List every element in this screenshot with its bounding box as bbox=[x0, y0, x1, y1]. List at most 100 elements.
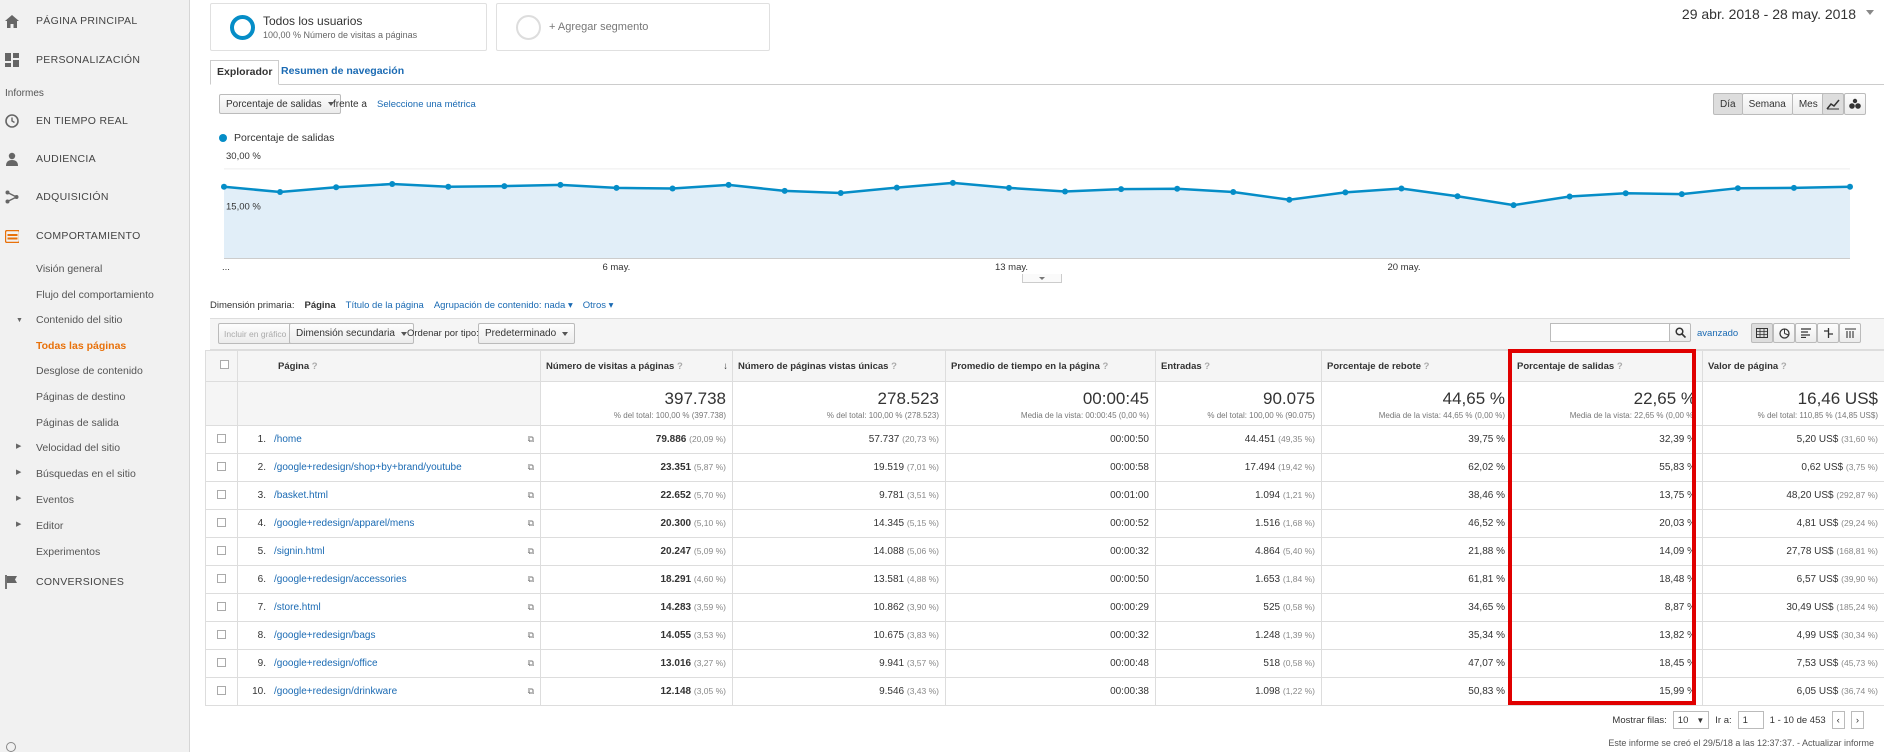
chart-point[interactable] bbox=[221, 183, 227, 190]
dimension-other[interactable]: Otros ▾ bbox=[583, 300, 614, 311]
expand-caret-icon[interactable]: ▶ bbox=[16, 468, 21, 476]
table-search-input[interactable] bbox=[1550, 323, 1670, 342]
line-chart-button[interactable] bbox=[1822, 93, 1844, 115]
plot-rows-button[interactable]: Incluir en gráfico bbox=[218, 323, 293, 344]
external-link-icon[interactable]: ⧉ bbox=[528, 574, 534, 585]
chart-point[interactable] bbox=[949, 179, 956, 186]
pie-view-button[interactable] bbox=[1773, 323, 1795, 343]
col-header-pageviews[interactable]: Número de visitas a páginas ? ↓ bbox=[540, 350, 733, 382]
expand-caret-icon[interactable]: ▼ bbox=[16, 317, 23, 324]
chart-point[interactable] bbox=[389, 181, 396, 188]
chart-point[interactable] bbox=[333, 184, 340, 191]
col-header-bounce-rate[interactable]: Porcentaje de rebote ? bbox=[1321, 350, 1512, 382]
row-checkbox[interactable] bbox=[217, 685, 226, 695]
page-link[interactable]: /basket.html bbox=[274, 490, 328, 501]
select-metric-link[interactable]: Seleccione una métrica bbox=[377, 99, 476, 110]
chart-point[interactable] bbox=[669, 185, 676, 192]
pivot-view-button[interactable] bbox=[1839, 323, 1861, 343]
col-header-avg-time[interactable]: Promedio de tiempo en la página ? bbox=[945, 350, 1156, 382]
chart-collapse-handle[interactable] bbox=[1022, 274, 1062, 283]
nav-site-content[interactable]: Contenido del sitio bbox=[36, 314, 122, 326]
add-segment-button[interactable]: + Agregar segmento bbox=[496, 3, 770, 51]
chart-point[interactable] bbox=[277, 189, 284, 196]
chart-point[interactable] bbox=[557, 181, 564, 188]
row-checkbox[interactable] bbox=[217, 517, 226, 527]
row-checkbox[interactable] bbox=[217, 489, 226, 499]
secondary-dimension-select[interactable]: Dimensión secundaria bbox=[289, 323, 414, 344]
row-checkbox[interactable] bbox=[217, 657, 226, 667]
external-link-icon[interactable]: ⧉ bbox=[528, 434, 534, 445]
expand-caret-icon[interactable]: ▶ bbox=[16, 520, 21, 528]
tab-explorer[interactable]: Explorador bbox=[210, 60, 280, 85]
external-link-icon[interactable]: ⧉ bbox=[528, 490, 534, 501]
chart-point[interactable] bbox=[781, 187, 788, 194]
search-button[interactable] bbox=[1669, 323, 1691, 342]
expand-caret-icon[interactable]: ▶ bbox=[16, 494, 21, 502]
row-checkbox[interactable] bbox=[217, 629, 226, 639]
expand-caret-icon[interactable]: ▶ bbox=[16, 442, 21, 450]
page-link[interactable]: /signin.html bbox=[274, 546, 325, 557]
page-link[interactable]: /google+redesign/shop+by+brand/youtube bbox=[274, 462, 462, 473]
nav-experiments[interactable]: Experimentos bbox=[36, 546, 100, 558]
date-range-picker[interactable]: 29 abr. 2018 - 28 may. 2018 bbox=[1682, 6, 1856, 22]
external-link-icon[interactable]: ⧉ bbox=[528, 546, 534, 557]
select-all-checkbox[interactable] bbox=[219, 360, 229, 369]
external-link-icon[interactable]: ⧉ bbox=[528, 658, 534, 669]
chart-point[interactable] bbox=[725, 181, 732, 188]
chart-point[interactable] bbox=[1286, 196, 1293, 203]
sort-type-select[interactable]: Predeterminado bbox=[478, 323, 576, 344]
nav-realtime[interactable]: EN TIEMPO REAL bbox=[0, 106, 190, 136]
chart-point[interactable] bbox=[1230, 189, 1237, 196]
external-link-icon[interactable]: ⧉ bbox=[528, 630, 534, 641]
nav-landing-pages[interactable]: Páginas de destino bbox=[36, 391, 125, 403]
nav-home[interactable]: PÁGINA PRINCIPAL bbox=[0, 6, 190, 36]
external-link-icon[interactable]: ⧉ bbox=[528, 518, 534, 529]
nav-overview[interactable]: Visión general bbox=[36, 263, 102, 275]
page-link[interactable]: /home bbox=[274, 434, 302, 445]
chart-point[interactable] bbox=[1118, 186, 1125, 193]
nav-site-speed[interactable]: Velocidad del sitio bbox=[36, 442, 120, 454]
external-link-icon[interactable]: ⧉ bbox=[528, 462, 534, 473]
chart-point[interactable] bbox=[893, 184, 900, 191]
rows-per-page-select[interactable]: 10 ▼ bbox=[1672, 711, 1710, 729]
nav-publisher[interactable]: Editor bbox=[36, 520, 63, 532]
bar-view-button[interactable] bbox=[1795, 323, 1817, 343]
dimension-content-group[interactable]: Agrupación de contenido: nada ▾ bbox=[434, 300, 573, 311]
page-link[interactable]: /google+redesign/office bbox=[274, 658, 378, 669]
chart-point[interactable] bbox=[837, 189, 844, 196]
goto-page-input[interactable]: 1 bbox=[1737, 711, 1764, 729]
period-day-button[interactable]: Día bbox=[1713, 93, 1743, 115]
prev-page-button[interactable]: ‹ bbox=[1831, 711, 1845, 729]
nav-acquisition[interactable]: ADQUISICIÓN bbox=[0, 182, 190, 212]
col-header-page-value[interactable]: Valor de página ? bbox=[1702, 350, 1884, 382]
page-link[interactable]: /google+redesign/accessories bbox=[274, 574, 407, 585]
segment-all-users[interactable]: Todos los usuarios 100,00 % Número de vi… bbox=[210, 3, 487, 51]
chart-point[interactable] bbox=[1342, 189, 1349, 196]
nav-behavior[interactable]: COMPORTAMIENTO bbox=[0, 221, 190, 251]
page-link[interactable]: /google+redesign/apparel/mens bbox=[274, 518, 414, 529]
chart-point[interactable] bbox=[1790, 184, 1797, 191]
chart-point[interactable] bbox=[1454, 193, 1461, 200]
nav-events[interactable]: Eventos bbox=[36, 494, 74, 506]
nav-content-drilldown[interactable]: Desglose de contenido bbox=[36, 365, 143, 377]
chart-point[interactable] bbox=[1510, 202, 1517, 209]
nav-all-pages[interactable]: Todas las páginas bbox=[36, 340, 126, 352]
nav-exit-pages[interactable]: Páginas de salida bbox=[36, 417, 119, 429]
tab-navigation-summary[interactable]: Resumen de navegación bbox=[275, 60, 410, 85]
external-link-icon[interactable]: ⧉ bbox=[528, 602, 534, 613]
nav-customization[interactable]: PERSONALIZACIÓN bbox=[0, 45, 190, 75]
row-checkbox[interactable] bbox=[217, 601, 226, 611]
col-header-unique-pageviews[interactable]: Número de páginas vistas únicas ? bbox=[732, 350, 946, 382]
row-checkbox[interactable] bbox=[217, 573, 226, 583]
col-header-exit-rate[interactable]: Porcentaje de salidas ? bbox=[1511, 350, 1703, 382]
chart-point[interactable] bbox=[1174, 185, 1181, 192]
chart-point[interactable] bbox=[445, 183, 452, 190]
period-month-button[interactable]: Mes bbox=[1791, 93, 1825, 115]
chart-point[interactable] bbox=[1622, 190, 1629, 197]
nav-conversions[interactable]: CONVERSIONES bbox=[0, 567, 190, 597]
dimension-page-title[interactable]: Título de la página bbox=[346, 300, 424, 311]
chart-point[interactable] bbox=[1678, 191, 1685, 198]
nav-behavior-flow[interactable]: Flujo del comportamiento bbox=[36, 289, 154, 301]
external-link-icon[interactable]: ⧉ bbox=[528, 686, 534, 697]
page-link[interactable]: /store.html bbox=[274, 602, 321, 613]
